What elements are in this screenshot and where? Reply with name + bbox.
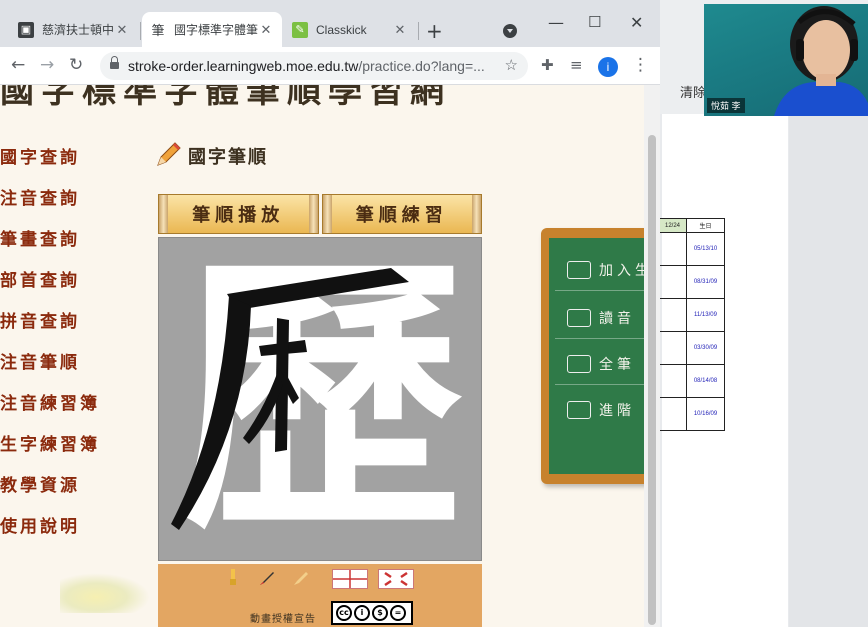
brush-small-icon[interactable] (220, 567, 246, 589)
stroke-canvas[interactable]: 歷 (158, 237, 482, 561)
tab-stroke-practice[interactable]: 筆順練習 (321, 194, 482, 234)
birthday-table: 12/24 生日 05/13/10 08/31/09 11/13/09 03/3… (658, 218, 725, 431)
tab-stroke-order[interactable]: 筆 國字標準字體筆 ✕ (142, 12, 282, 47)
minimize-icon[interactable]: — (548, 13, 564, 32)
forward-arrow-icon[interactable]: → (40, 55, 54, 75)
speaker-icon (567, 309, 591, 327)
contact-card-icon: ▣ (18, 21, 34, 38)
url-text: stroke-order.learningweb.moe.edu.tw/prac… (128, 58, 485, 74)
browser-window: ▣ 慈濟扶士頓中文 ✕ 筆 國字標準字體筆 ✕ ✎ Classkick ✕ + … (0, 0, 660, 627)
clear-label[interactable]: 清除 (680, 82, 706, 101)
character-glyph: 歷 (171, 238, 465, 560)
reload-icon[interactable]: ↻ (69, 55, 83, 75)
participant-name: 悅茹 李 (707, 98, 745, 113)
back-arrow-icon[interactable]: ← (11, 55, 25, 75)
sidebar-item-zhuyin-strokes[interactable]: 注音筆順 (0, 348, 100, 389)
table-cell: 05/13/10 (686, 232, 725, 266)
sidebar-item-stroke-search[interactable]: 筆畫查詢 (0, 225, 100, 266)
web-page: 國字標準字體筆順學習網 國字查詢 注音查詢 筆畫查詢 部首查詢 拼音查詢 注音筆… (0, 85, 644, 627)
stroke-char-icon: 筆 (151, 23, 165, 38)
nd-icon: = (390, 605, 406, 621)
bookmark-star-icon[interactable]: ☆ (505, 52, 518, 80)
chalkboard-item-all-strokes[interactable]: 全筆 (567, 350, 635, 378)
table-row: 10/16/09 (658, 397, 725, 431)
sidebar-item-radical-search[interactable]: 部首查詢 (0, 266, 100, 307)
close-icon[interactable]: ✕ (392, 22, 408, 38)
chalkboard-menu: 加入生 讀音 全筆 進階 (541, 228, 644, 484)
tab-divider (418, 22, 419, 40)
page-scrollbar[interactable] (644, 85, 660, 627)
sidebar-item-pinyin-search[interactable]: 拼音查詢 (0, 307, 100, 348)
lock-icon (110, 56, 119, 71)
sidebar-item-zhuyin-workbook[interactable]: 注音練習簿 (0, 389, 100, 430)
mode-tabs: 筆順播放 筆順練習 (158, 194, 482, 234)
section-title: 國字筆順 (188, 147, 268, 168)
table-cell: 03/30/09 (686, 331, 725, 365)
close-icon[interactable]: ✕ (258, 22, 274, 38)
book-icon (567, 261, 591, 279)
cc-icon: cc (336, 605, 352, 621)
pencil-icon (157, 142, 181, 166)
table-header: 12/24 (658, 218, 687, 233)
table-row: 03/30/09 (658, 331, 725, 365)
table-header: 生日 (686, 218, 725, 233)
tab-strip: ▣ 慈濟扶士頓中文 ✕ 筆 國字標準字體筆 ✕ ✎ Classkick ✕ + … (0, 0, 660, 47)
sidebar-item-char-search[interactable]: 國字查詢 (0, 143, 100, 184)
eye-icon (567, 401, 591, 419)
table-row: 08/31/09 (658, 265, 725, 299)
reading-list-icon[interactable]: ≡ (570, 56, 583, 74)
tab-title: 慈濟扶士頓中文 (42, 23, 114, 37)
browser-toolbar: ← → ↻ stroke-order.learningweb.moe.edu.t… (0, 47, 660, 85)
more-menu-icon[interactable]: ⋮ (632, 55, 649, 75)
chalkboard-item-advanced[interactable]: 進階 (567, 396, 635, 424)
sidebar-nav: 國字查詢 注音查詢 筆畫查詢 部首查詢 拼音查詢 注音筆順 注音練習簿 生字練習… (0, 143, 100, 553)
tab-classkick[interactable]: ✎ Classkick ✕ (284, 12, 416, 47)
site-title: 國字標準字體筆順學習網 (0, 85, 451, 111)
tab-title: 國字標準字體筆 (174, 23, 258, 37)
tab-tzuchi[interactable]: ▣ 慈濟扶士頓中文 ✕ (10, 12, 138, 47)
table-cell: 11/13/09 (686, 298, 725, 332)
table-row: 11/13/09 (658, 298, 725, 332)
expand-icon (384, 571, 408, 587)
tab-divider (140, 22, 141, 40)
address-bar[interactable]: stroke-order.learningweb.moe.edu.tw/prac… (100, 52, 528, 80)
sidebar-item-zhuyin-search[interactable]: 注音查詢 (0, 184, 100, 225)
by-icon: i (354, 605, 370, 621)
control-bar: 動畫授權宣告 cc i $ = (158, 564, 482, 627)
extensions-puzzle-icon[interactable]: ✚ (541, 56, 554, 74)
close-icon[interactable]: ✕ (114, 22, 130, 38)
table-cell: 08/14/08 (686, 364, 725, 398)
scrollbar-thumb[interactable] (648, 135, 656, 625)
sidebar-item-teaching-resources[interactable]: 教學資源 (0, 471, 100, 512)
fullscreen-button[interactable] (378, 569, 414, 589)
tab-title: Classkick (316, 22, 367, 37)
chalkboard-item-pronounce[interactable]: 讀音 (567, 304, 635, 332)
tab-stroke-playback[interactable]: 筆順播放 (158, 194, 319, 234)
webcam-video: 悅茹 李 (704, 4, 868, 116)
sidebar-item-user-guide[interactable]: 使用說明 (0, 512, 100, 553)
decorative-bush (60, 573, 150, 613)
table-cell: 08/31/09 (686, 265, 725, 299)
table-row: 08/14/08 (658, 364, 725, 398)
nc-icon: $ (372, 605, 388, 621)
brush-medium-icon[interactable] (254, 567, 280, 589)
maximize-icon[interactable]: ☐ (588, 13, 601, 31)
spreadsheet-margin (789, 114, 868, 627)
window-close-icon[interactable]: ✕ (630, 13, 643, 32)
table-cell: 10/16/09 (686, 397, 725, 431)
grid-toggle-button[interactable] (332, 569, 368, 589)
sidebar-item-char-workbook[interactable]: 生字練習簿 (0, 430, 100, 471)
lightbulb-icon (567, 355, 591, 373)
new-tab-icon[interactable]: + (426, 21, 443, 41)
table-header-row: 12/24 生日 (658, 218, 725, 233)
brush-large-icon[interactable] (288, 567, 314, 589)
license-label: 動畫授權宣告 (250, 614, 316, 625)
table-row: 05/13/10 (658, 232, 725, 266)
profile-avatar[interactable]: i (598, 57, 618, 77)
creative-commons-badge[interactable]: cc i $ = (331, 601, 413, 625)
grid-icon (333, 570, 367, 588)
tab-search-icon[interactable] (503, 24, 517, 38)
classkick-icon: ✎ (292, 21, 308, 38)
chalkboard-item-add[interactable]: 加入生 (567, 256, 644, 284)
